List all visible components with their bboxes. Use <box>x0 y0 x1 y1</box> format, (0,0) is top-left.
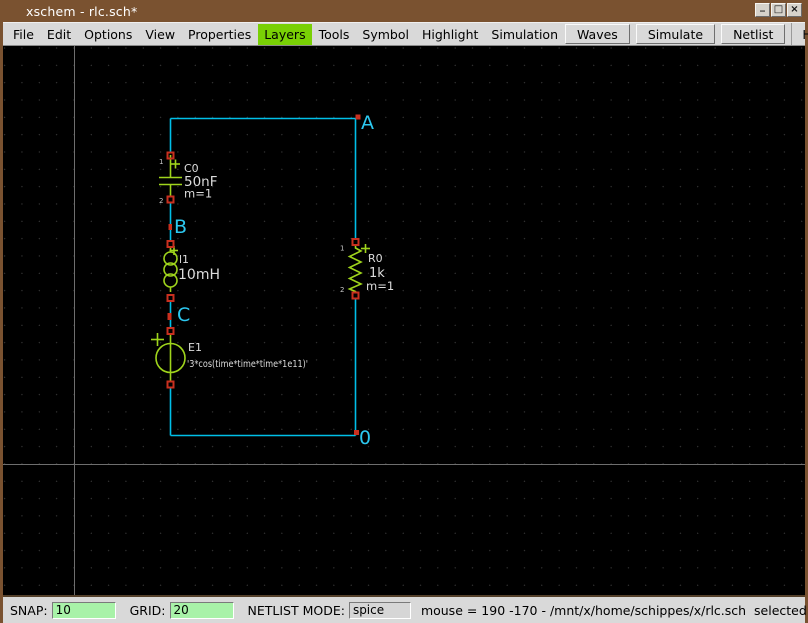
menu-file[interactable]: File <box>7 24 40 45</box>
pin-box <box>353 293 359 299</box>
netlist-mode-label: NETLIST MODE: <box>248 603 345 618</box>
capacitor-c0[interactable]: 1 2 C0 50nF m=1 <box>159 153 218 206</box>
window-controls: _ □ × <box>755 3 802 17</box>
minimize-button[interactable]: _ <box>755 3 770 17</box>
inductor-l1[interactable]: l1 10mH <box>164 241 220 301</box>
pin-box <box>168 328 174 334</box>
net-label-gnd[interactable]: 0 <box>359 427 371 449</box>
close-button[interactable]: × <box>787 3 802 17</box>
menu-layers[interactable]: Layers <box>258 24 311 45</box>
pin-box <box>168 382 174 388</box>
component-value: '3*cos(time*time*time*1e11)' <box>187 359 308 370</box>
pin-box <box>168 295 174 301</box>
pin-box <box>168 241 174 247</box>
simulate-button[interactable]: Simulate <box>636 24 715 44</box>
resistor-r0[interactable]: 1 2 R0 1k m=1 <box>340 239 394 299</box>
snap-input[interactable] <box>52 602 116 619</box>
menu-highlight[interactable]: Highlight <box>416 24 484 45</box>
axis-lines <box>3 46 805 595</box>
component-mult: m=1 <box>184 187 212 201</box>
menu-items: File Edit Options View Properties Layers… <box>3 24 565 45</box>
net-label-b[interactable]: B <box>174 216 187 238</box>
help-separator <box>791 23 792 45</box>
menubar: File Edit Options View Properties Layers… <box>3 22 805 46</box>
schematic-drawing: 1 2 C0 50nF m=1 <box>3 46 805 595</box>
grid-label: GRID: <box>130 603 166 618</box>
menu-properties[interactable]: Properties <box>182 24 257 45</box>
menu-options[interactable]: Options <box>78 24 138 45</box>
menu-tools[interactable]: Tools <box>313 24 356 45</box>
window-title: xschem - rlc.sch* <box>0 4 137 19</box>
pin-box <box>168 197 174 203</box>
menu-symbol[interactable]: Symbol <box>356 24 415 45</box>
component-value: 10mH <box>178 267 220 283</box>
component-mult: m=1 <box>366 279 394 293</box>
pin-number: 2 <box>159 197 163 205</box>
netlist-mode-input[interactable] <box>349 602 411 619</box>
netlist-button[interactable]: Netlist <box>721 24 785 44</box>
menubar-actions: Waves Simulate Netlist Help <box>565 23 808 45</box>
menu-edit[interactable]: Edit <box>41 24 77 45</box>
pin-number: 2 <box>340 286 344 294</box>
vsource-e1[interactable]: E1 '3*cos(time*time*time*1e11)' <box>151 328 308 388</box>
pin-box <box>353 239 359 245</box>
pin-number: 1 <box>340 245 344 253</box>
component-ref: l1 <box>179 253 189 266</box>
snap-label: SNAP: <box>10 603 48 618</box>
maximize-button[interactable]: □ <box>771 3 786 17</box>
menu-simulation[interactable]: Simulation <box>485 24 564 45</box>
statusbar: SNAP: GRID: NETLIST MODE: mouse = 190 -1… <box>3 595 805 623</box>
net-label-a[interactable]: A <box>361 112 374 134</box>
grid-input[interactable] <box>170 602 234 619</box>
mouse-coordinates-info: mouse = 190 -170 - /mnt/x/home/schippes/… <box>421 603 808 618</box>
menu-help[interactable]: Help <box>793 24 808 45</box>
xschem-window: xschem - rlc.sch* _ □ × File Edit Option… <box>0 0 808 623</box>
net-label-c[interactable]: C <box>177 304 190 326</box>
component-ref: E1 <box>188 341 202 354</box>
component-ref: R0 <box>368 252 383 265</box>
pin-number: 1 <box>159 158 163 166</box>
waves-button[interactable]: Waves <box>565 24 630 44</box>
menu-view[interactable]: View <box>139 24 181 45</box>
titlebar: xschem - rlc.sch* _ □ × <box>0 0 808 22</box>
schematic-canvas[interactable]: 1 2 C0 50nF m=1 <box>3 46 805 595</box>
